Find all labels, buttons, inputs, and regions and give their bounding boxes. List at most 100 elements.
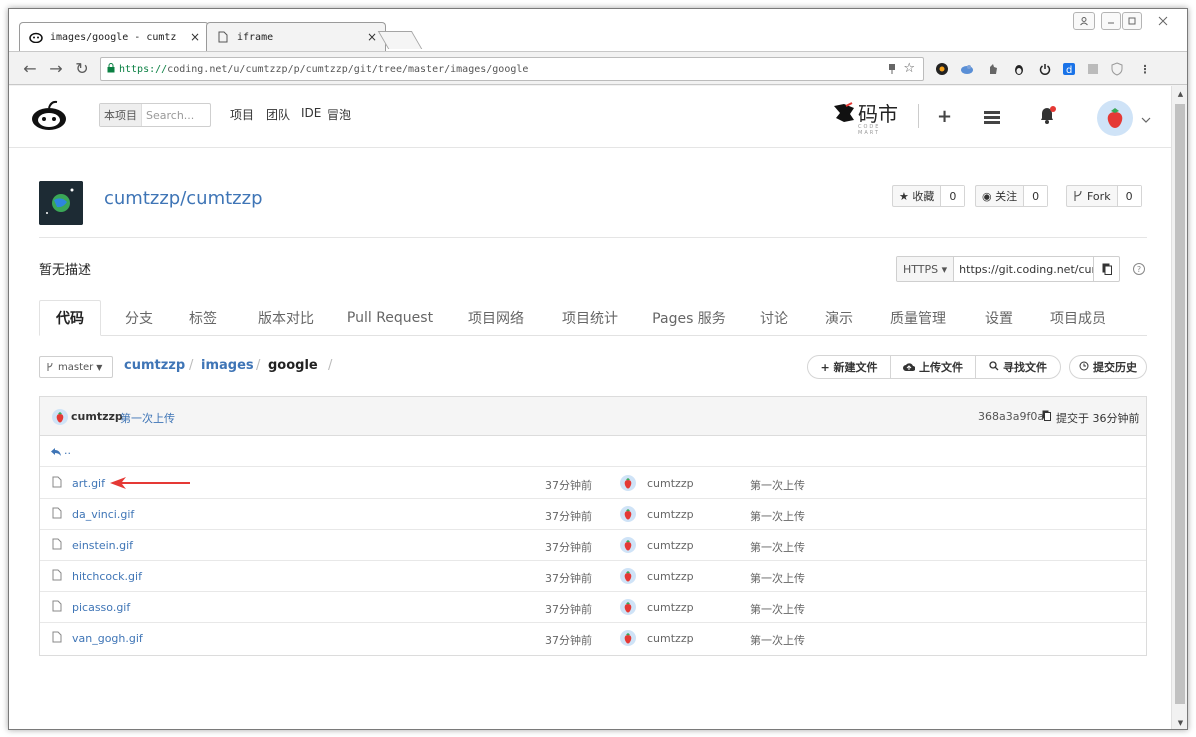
plus-icon[interactable]: + (937, 106, 952, 127)
tab-branches[interactable]: 分支 (119, 300, 159, 336)
tab-demo[interactable]: 演示 (819, 300, 859, 336)
file-user[interactable]: cumtzzp (647, 539, 694, 552)
table-row[interactable]: einstein.gif 37分钟前 cumtzzp 第一次上传 (40, 530, 1146, 561)
parent-directory-row[interactable]: .. (40, 437, 1146, 467)
user-profile-icon[interactable] (1073, 12, 1095, 30)
file-name-link[interactable]: hitchcock.gif (72, 570, 142, 583)
close-icon[interactable]: × (367, 30, 377, 44)
new-file-button[interactable]: + 新建文件 (807, 355, 891, 379)
nav-bubble[interactable]: 冒泡 (327, 106, 351, 123)
extension-d-icon[interactable]: d (1061, 61, 1077, 77)
repo-title[interactable]: cumtzzp/cumtzzp (104, 188, 263, 209)
file-name-link[interactable]: art.gif (72, 477, 105, 490)
extension-shield-icon[interactable] (1109, 61, 1125, 77)
commit-hash[interactable]: 368a3a9f0a (978, 410, 1044, 423)
clone-url-input[interactable]: https://git.coding.net/cumtzzp/cumtzzp.g… (954, 263, 1093, 276)
fork-button[interactable]: Fork 0 (1066, 185, 1142, 207)
avatar[interactable] (620, 568, 636, 584)
reload-icon[interactable]: ↻ (73, 59, 91, 78)
nav-ide[interactable]: IDE (301, 106, 321, 120)
file-name-link[interactable]: van_gogh.gif (72, 632, 143, 645)
close-icon[interactable]: × (190, 30, 200, 44)
commit-history-button[interactable]: 提交历史 (1069, 355, 1147, 379)
search-input[interactable]: 本项目 Search... (99, 103, 211, 127)
extension-box-icon[interactable] (1085, 61, 1101, 77)
coding-logo-icon[interactable] (27, 99, 71, 133)
tab-compare[interactable]: 版本对比 (253, 300, 319, 336)
extension-bird-icon[interactable] (959, 61, 975, 77)
bookmark-star-icon[interactable]: ☆ (903, 61, 915, 76)
back-icon[interactable]: ← (21, 59, 39, 78)
find-file-button[interactable]: 寻找文件 (975, 355, 1061, 379)
extension-dark-icon[interactable] (934, 61, 950, 77)
extension-power-icon[interactable] (1037, 61, 1053, 77)
file-commit-message[interactable]: 第一次上传 (750, 508, 805, 524)
breadcrumb-images[interactable]: images (201, 358, 254, 373)
avatar[interactable] (620, 506, 636, 522)
file-commit-message[interactable]: 第一次上传 (750, 477, 805, 493)
file-name-link[interactable]: da_vinci.gif (72, 508, 134, 521)
extension-penguin-icon[interactable] (1011, 61, 1027, 77)
table-row[interactable]: art.gif 37分钟前 cumtzzp 第一次上传 (40, 468, 1146, 499)
window-close-icon[interactable] (1149, 12, 1177, 30)
file-commit-message[interactable]: 第一次上传 (750, 632, 805, 648)
clone-protocol-select[interactable]: HTTPS ▾ (897, 257, 955, 281)
minimize-icon[interactable] (1101, 12, 1121, 30)
commit-author[interactable]: cumtzzp (71, 410, 123, 423)
tab-network[interactable]: 项目网络 (463, 300, 529, 336)
file-name-link[interactable]: picasso.gif (72, 601, 130, 614)
file-name-link[interactable]: einstein.gif (72, 539, 133, 552)
table-row[interactable]: hitchcock.gif 37分钟前 cumtzzp 第一次上传 (40, 561, 1146, 592)
bell-icon[interactable] (1037, 105, 1057, 130)
tab-code[interactable]: 代码 (39, 300, 101, 336)
tab-stats[interactable]: 项目统计 (557, 300, 623, 336)
forward-icon[interactable]: → (47, 59, 65, 78)
avatar[interactable] (620, 630, 636, 646)
branch-select[interactable]: master ▼ (39, 356, 113, 378)
nav-teams[interactable]: 团队 (266, 106, 290, 123)
tab-pull-request[interactable]: Pull Request (345, 300, 435, 336)
page-scrollbar[interactable]: ▲ ▼ (1171, 86, 1187, 729)
avatar[interactable] (620, 475, 636, 491)
translate-icon[interactable] (887, 63, 897, 78)
menu-kebab-icon[interactable]: ⋮ (1137, 61, 1153, 77)
scroll-down-icon[interactable]: ▼ (1172, 715, 1187, 729)
nav-projects[interactable]: 项目 (230, 106, 254, 123)
file-commit-message[interactable]: 第一次上传 (750, 570, 805, 586)
tab-members[interactable]: 项目成员 (1045, 300, 1111, 336)
tasks-icon[interactable] (984, 108, 1000, 129)
avatar[interactable] (52, 409, 68, 425)
tab-pages[interactable]: Pages 服务 (649, 300, 729, 336)
file-user[interactable]: cumtzzp (647, 632, 694, 645)
file-user[interactable]: cumtzzp (647, 477, 694, 490)
table-row[interactable]: van_gogh.gif 37分钟前 cumtzzp 第一次上传 (40, 623, 1146, 654)
table-row[interactable]: picasso.gif 37分钟前 cumtzzp 第一次上传 (40, 592, 1146, 623)
commit-message[interactable]: 第一次上传 (120, 410, 175, 426)
tab-settings[interactable]: 设置 (979, 300, 1019, 336)
extension-hand-icon[interactable] (985, 61, 1001, 77)
tab-discussion[interactable]: 讨论 (754, 300, 794, 336)
avatar[interactable] (620, 537, 636, 553)
avatar[interactable] (620, 599, 636, 615)
tab-quality[interactable]: 质量管理 (885, 300, 951, 336)
copy-icon[interactable] (1042, 410, 1051, 424)
repo-avatar[interactable] (39, 181, 83, 225)
scrollbar-thumb[interactable] (1175, 104, 1185, 704)
help-icon[interactable]: ? (1133, 263, 1145, 275)
file-user[interactable]: cumtzzp (647, 508, 694, 521)
chevron-down-icon[interactable] (1141, 112, 1151, 126)
scroll-up-icon[interactable]: ▲ (1172, 86, 1187, 102)
file-user[interactable]: cumtzzp (647, 601, 694, 614)
table-row[interactable]: da_vinci.gif 37分钟前 cumtzzp 第一次上传 (40, 499, 1146, 530)
search-scope[interactable]: 本项目 (100, 104, 142, 126)
browser-tab-iframe[interactable]: iframe × (206, 22, 386, 51)
maximize-icon[interactable] (1122, 12, 1142, 30)
browser-tab-active[interactable]: images/google - cumtz × (19, 22, 209, 51)
file-user[interactable]: cumtzzp (647, 570, 694, 583)
watch-button[interactable]: ◉ 关注 0 (975, 185, 1049, 207)
user-avatar[interactable] (1097, 100, 1133, 136)
breadcrumb-root[interactable]: cumtzzp (124, 358, 185, 373)
code-mart-logo[interactable]: 码市 CODE MART (832, 98, 898, 136)
copy-icon[interactable] (1093, 257, 1119, 281)
upload-file-button[interactable]: 上传文件 (890, 355, 976, 379)
